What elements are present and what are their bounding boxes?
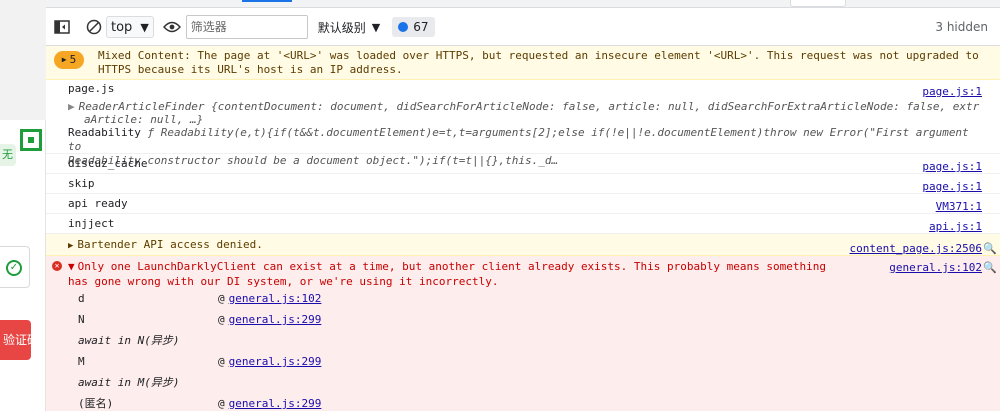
warning-text-line: Mixed Content: The page at '<URL>' was l… — [98, 49, 979, 62]
eye-icon[interactable] — [162, 17, 182, 37]
warning-text: Bartender API access denied. — [77, 238, 263, 251]
expand-triangle-icon[interactable]: ▶ — [62, 53, 67, 67]
log-text: discuz_cache — [68, 157, 148, 170]
object-preview[interactable]: ▶ ReaderArticleFinder {contentDocument: d… — [46, 100, 1000, 126]
error-icon: ✕ — [52, 261, 62, 271]
readability-line: Readability ƒ Readability(e,t){if(t&&t.d… — [68, 126, 969, 153]
filter-input[interactable] — [185, 15, 308, 39]
devtools-panel: top ▼ 默认级别 ▼ 67 3 hidden ▶5 Mixed Conten… — [46, 0, 1000, 411]
async-boundary: await in N(异步) — [78, 334, 180, 347]
stack-link[interactable]: general.js:102 — [229, 292, 322, 305]
collapse-triangle-icon[interactable]: ▼ — [68, 260, 75, 273]
devtools-tabstrip — [46, 0, 1000, 8]
log-row: skip page.js:1 — [46, 174, 1000, 194]
search-icon[interactable]: 🔍 — [983, 260, 997, 275]
log-levels-label: 默认级别 — [317, 20, 366, 35]
error-message: ✕ ▼ Only one LaunchDarklyClient can exist… — [46, 256, 1000, 411]
mixed-content-warning[interactable]: ▶ 5 Mixed Content: The page at '<URL>' wa… — [46, 46, 1000, 80]
active-tab-indicator — [242, 0, 292, 2]
stack-frame: d @ general.js:102 — [68, 288, 982, 309]
stack-frame: (匿名) @ general.js:299 — [68, 393, 982, 411]
message-count: 67 — [413, 20, 429, 34]
log-row: api ready VM371:1 — [46, 194, 1000, 214]
repeat-count-badge: ▶ 5 — [54, 51, 84, 69]
log-row: page.js page.js:1 — [46, 80, 1000, 100]
object-line: aArticle: null, …} — [84, 113, 204, 126]
issues-counter[interactable] — [790, 0, 846, 7]
sidebar-toggle-icon[interactable] — [52, 17, 72, 37]
clear-console-icon[interactable] — [84, 17, 104, 37]
hidden-count: 3 hidden — [935, 20, 988, 34]
stack-link[interactable]: general.js:299 — [229, 397, 322, 410]
console-toolbar: top ▼ 默认级别 ▼ 67 3 hidden — [46, 9, 1000, 46]
log-text: injject — [68, 217, 115, 230]
context-selector[interactable]: top ▼ — [106, 16, 154, 38]
error-line: ▼ Only one LaunchDarklyClient can exist a… — [68, 260, 826, 273]
stack-function: M — [78, 355, 85, 368]
message-bubble-icon — [398, 22, 409, 32]
message-count-badge[interactable]: 67 — [392, 17, 435, 37]
context-value: top — [111, 19, 133, 35]
qr-code-icon[interactable] — [20, 129, 42, 151]
verify-box[interactable]: ✓ — [0, 246, 30, 288]
error-line: has gone wrong with our DI system, or we… — [68, 275, 499, 288]
page-fragment: 无 ✓ 验证码 — [0, 0, 46, 411]
page-green-tag: 无 — [0, 144, 16, 166]
readability-log[interactable]: Readability ƒ Readability(e,t){if(t&&t.d… — [46, 126, 1000, 167]
get-code-button[interactable]: 验证码 — [0, 320, 31, 360]
stack-link[interactable]: general.js:299 — [229, 313, 322, 326]
page-header-strip — [0, 0, 46, 120]
log-text: api ready — [68, 197, 128, 210]
async-boundary: await in M(异步) — [78, 376, 180, 389]
log-text: skip — [68, 177, 95, 190]
stack-link[interactable]: general.js:299 — [229, 355, 322, 368]
dropdown-arrow-icon: ▼ — [371, 20, 381, 34]
source-link[interactable]: page.js:1 — [922, 83, 982, 101]
object-line: ▶ ReaderArticleFinder {contentDocument: d… — [68, 100, 980, 113]
dropdown-arrow-icon: ▼ — [140, 20, 149, 34]
console-messages: ▶ 5 Mixed Content: The page at '<URL>' wa… — [46, 46, 1000, 411]
warning-text-line: HTTPS because its URL's host is an IP ad… — [98, 63, 403, 76]
expand-triangle-icon[interactable]: ▶ — [68, 236, 73, 257]
stack-function: N — [78, 313, 85, 326]
error-header[interactable]: ▼ Only one LaunchDarklyClient can exist a… — [68, 256, 997, 288]
log-row: injject api.js:1 — [46, 214, 1000, 234]
stack-function: (匿名) — [78, 397, 114, 410]
stack-frame: N @ general.js:299 — [68, 309, 982, 330]
bartender-warning[interactable]: ▶ Bartender API access denied. content_pa… — [46, 234, 1000, 256]
stack-function: d — [78, 292, 85, 305]
log-text: page.js — [68, 82, 115, 95]
stack-frame: M @ general.js:299 — [68, 351, 982, 372]
log-row: discuz_cache page.js:1 — [46, 154, 1000, 174]
expand-triangle-icon[interactable]: ▶ — [68, 100, 75, 113]
log-levels-dropdown[interactable]: 默认级别 ▼ — [318, 19, 380, 36]
source-link[interactable]: general.js:102 — [889, 260, 982, 275]
check-circle-icon: ✓ — [6, 260, 22, 276]
